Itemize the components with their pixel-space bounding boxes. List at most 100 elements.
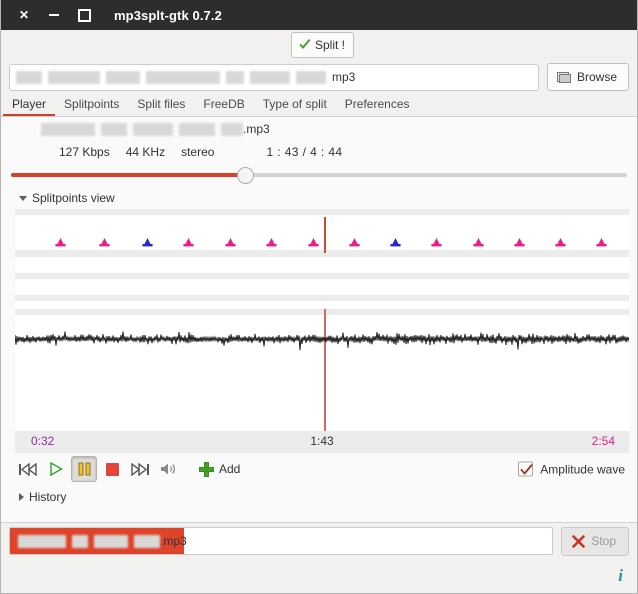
panel-band <box>15 309 629 315</box>
window-title: mp3splt-gtk 0.7.2 <box>114 7 222 23</box>
tab-player[interactable]: Player <box>3 94 56 116</box>
window-controls <box>9 7 92 23</box>
seek-track[interactable] <box>11 166 627 184</box>
stop-split-button[interactable]: Stop <box>561 526 629 556</box>
amplitude-wave-checkbox[interactable] <box>518 461 534 477</box>
checkmark-icon <box>520 464 534 475</box>
info-bar: i <box>1 559 637 593</box>
panel-band <box>15 250 629 257</box>
panel-band <box>15 209 629 215</box>
previous-track-button[interactable] <box>15 456 41 482</box>
audio-waveform <box>15 331 629 351</box>
splitpoint-marker[interactable] <box>514 236 525 247</box>
redacted-file-name <box>41 122 243 136</box>
splitpoint-marker[interactable] <box>266 236 277 247</box>
seek-slider[interactable] <box>1 163 637 187</box>
seek-fill <box>11 173 246 177</box>
add-button-label: Add <box>219 462 241 476</box>
redacted-progress-file <box>18 534 160 548</box>
browse-button-label: Browse <box>576 70 617 84</box>
pause-icon <box>78 462 90 476</box>
main-tabs: Player Splitpoints Split files FreeDB Ty… <box>1 94 637 117</box>
panel-band <box>15 273 629 279</box>
audio-info-line: 127 Kbps 44 KHz stereo 1 : 43 / 4 : 44 <box>1 141 637 163</box>
splitpoint-marker[interactable] <box>596 236 608 247</box>
progress-text: .mp3 <box>10 534 187 548</box>
add-splitpoint-button[interactable]: Add <box>199 461 241 477</box>
current-file-extension: .mp3 <box>243 122 270 136</box>
tab-preferences[interactable]: Preferences <box>336 94 419 116</box>
splitpoint-marker[interactable] <box>225 236 236 247</box>
green-check-icon <box>298 38 312 52</box>
splitpoint-markers[interactable] <box>15 219 629 251</box>
play-icon <box>50 462 63 476</box>
folder-icon <box>556 71 571 84</box>
bitrate-label: 127 Kbps <box>59 145 110 159</box>
file-path-row: mp3 Browse <box>1 60 637 94</box>
splitpoint-marker[interactable] <box>141 236 153 247</box>
main-toolbar: Split ! <box>1 30 637 60</box>
player-pane: .mp3 127 Kbps 44 KHz stereo 1 : 43 / 4 :… <box>1 117 637 523</box>
play-button[interactable] <box>43 456 69 482</box>
history-expander[interactable]: History <box>1 485 637 509</box>
current-file-line: .mp3 <box>1 117 637 141</box>
info-icon[interactable]: i <box>618 566 623 586</box>
samplerate-label: 44 KHz <box>125 145 166 159</box>
title-bar: mp3splt-gtk 0.7.2 <box>1 0 637 30</box>
splitpoint-marker[interactable] <box>555 236 566 247</box>
waveform-panel[interactable] <box>15 209 629 431</box>
file-path-input[interactable]: mp3 <box>9 63 539 91</box>
splitpoint-marker[interactable] <box>431 236 442 247</box>
minimize-icon[interactable] <box>46 7 62 23</box>
progress-file-extension: .mp3 <box>160 534 187 548</box>
panel-band <box>15 295 629 301</box>
splitpoint-marker[interactable] <box>308 236 319 247</box>
stop-icon <box>105 462 119 476</box>
splitpoints-view-label: Splitpoints view <box>32 191 115 205</box>
next-track-button[interactable] <box>127 456 153 482</box>
amplitude-wave-label: Amplitude wave <box>540 462 625 476</box>
splitpoint-marker[interactable] <box>390 236 401 247</box>
splitpoints-view-expander[interactable]: Splitpoints view <box>1 187 637 209</box>
seek-handle[interactable] <box>236 166 254 184</box>
tab-splitpoints[interactable]: Splitpoints <box>55 94 128 116</box>
history-label: History <box>29 490 67 504</box>
pause-button[interactable] <box>71 456 97 482</box>
status-bar: .mp3 Stop <box>1 523 637 559</box>
speaker-icon <box>160 463 175 475</box>
tab-type-of-split[interactable]: Type of split <box>254 94 336 116</box>
file-path-extension: mp3 <box>332 70 356 84</box>
splitpoint-marker[interactable] <box>99 236 110 247</box>
time-label-left: 0:32 <box>31 434 55 448</box>
playback-position-label: 1 : 43 / 4 : 44 <box>266 145 343 159</box>
plus-icon <box>199 461 214 477</box>
browse-button[interactable]: Browse <box>546 63 629 91</box>
volume-button[interactable] <box>155 456 181 482</box>
splitpoint-marker[interactable] <box>183 236 194 247</box>
tab-split-files[interactable]: Split files <box>128 94 194 116</box>
tab-freedb[interactable]: FreeDB <box>194 94 253 116</box>
stop-playback-button[interactable] <box>99 456 125 482</box>
app-window: mp3splt-gtk 0.7.2 Split ! mp3 <box>0 0 638 594</box>
splitpoint-marker[interactable] <box>349 236 360 247</box>
chevron-down-icon <box>19 195 27 201</box>
split-progress-bar: .mp3 <box>9 527 554 555</box>
splitpoint-marker[interactable] <box>473 236 484 247</box>
time-label-right: 2:54 <box>591 434 615 448</box>
close-icon[interactable] <box>16 7 32 23</box>
splitpoint-marker[interactable] <box>55 236 66 247</box>
redacted-path-value <box>16 70 326 84</box>
split-button[interactable]: Split ! <box>291 32 355 58</box>
red-x-icon <box>572 534 586 548</box>
time-ruler: 0:32 1:43 2:54 <box>15 431 629 453</box>
maximize-icon[interactable] <box>76 7 92 23</box>
time-label-center: 1:43 <box>310 434 334 448</box>
channels-label: stereo <box>181 145 215 159</box>
amplitude-wave-toggle[interactable]: Amplitude wave <box>518 461 625 477</box>
transport-controls: Add Amplitude wave <box>1 453 637 485</box>
skip-forward-icon <box>131 462 149 476</box>
chevron-right-icon <box>19 493 24 501</box>
split-button-label: Split ! <box>315 38 346 52</box>
skip-backward-icon <box>19 462 37 476</box>
playhead-marker-top <box>324 217 327 253</box>
